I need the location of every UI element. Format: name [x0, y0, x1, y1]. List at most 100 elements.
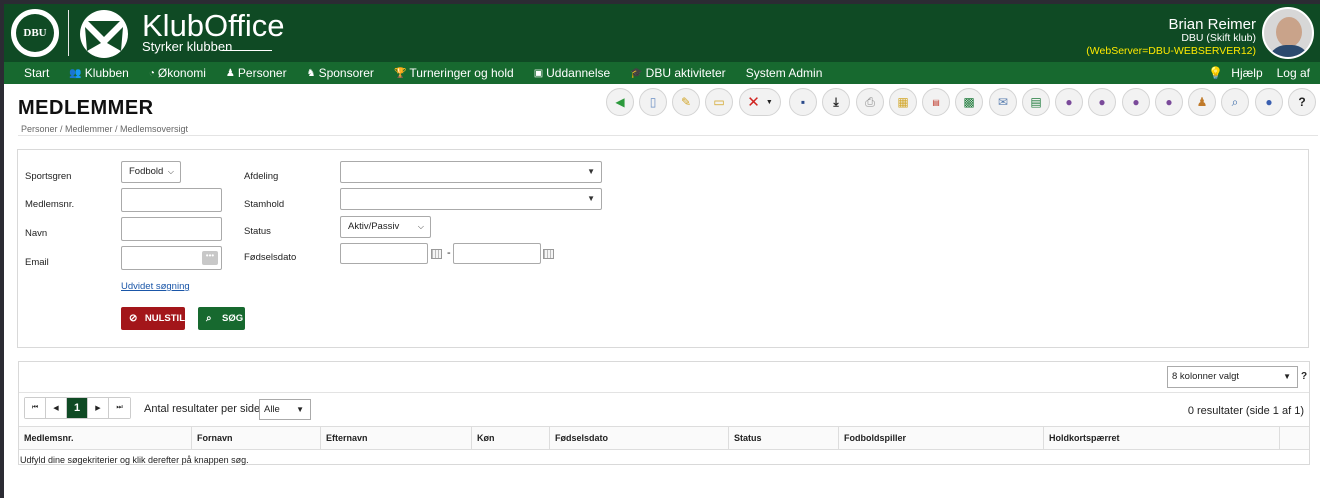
logout-link[interactable]: Log af: [1277, 66, 1310, 80]
column-header[interactable]: Holdkortspærret: [1044, 427, 1280, 450]
help-label: Hjælp: [1231, 66, 1263, 80]
department-select[interactable]: ▼: [340, 161, 602, 183]
status-select[interactable]: Aktiv/Passiv ⌵: [340, 216, 431, 238]
email-icon[interactable]: ✉: [989, 88, 1017, 116]
team-select[interactable]: ▼: [340, 188, 602, 210]
column-header[interactable]: Fødselsdato: [550, 427, 729, 450]
excel-icon[interactable]: ▩: [955, 88, 983, 116]
nav-item-dbu-aktiviteter[interactable]: 🎓 DBU aktiviteter: [630, 66, 725, 80]
column-header[interactable]: Køn: [472, 427, 550, 450]
person-icon: ♟: [225, 67, 235, 79]
breadcrumb[interactable]: Personer / Medlemmer / Medlemsoversigt: [21, 124, 188, 134]
app-subtitle: Styrker klubben: [142, 39, 233, 54]
save-icon[interactable]: ▪: [789, 88, 817, 116]
more-options-icon[interactable]: •••: [202, 251, 218, 265]
nav-item-personer[interactable]: ♟ Personer: [226, 66, 287, 80]
open-folder-icon[interactable]: ▭: [705, 88, 733, 116]
nav-item-label: Økonomi: [157, 66, 206, 80]
page: DBU KlubOffice Styrker klubben Brian Rei…: [4, 4, 1320, 498]
status-label: Status: [244, 226, 271, 237]
email-label: Email: [25, 257, 49, 268]
columns-icon[interactable]: ▦: [889, 88, 917, 116]
header-divider: [68, 10, 69, 56]
search-button[interactable]: ⌕ SØG: [198, 307, 245, 330]
birthdate-from-input[interactable]: [340, 243, 428, 264]
search-button-label: SØG: [222, 313, 244, 324]
member-no-input[interactable]: [121, 188, 222, 212]
nav-item-uddannelse[interactable]: ▣ Uddannelse: [534, 66, 611, 80]
column-header[interactable]: Status: [729, 427, 839, 450]
result-count: 0 resultater (side 1 af 1): [1187, 405, 1304, 417]
column-header[interactable]: Fornavn: [192, 427, 321, 450]
empty-results-message: Udfyld dine søgekriterier og klik dereft…: [20, 455, 249, 465]
dropdown-arrow-icon: ▼: [587, 167, 595, 176]
birthdate-to-input[interactable]: [453, 243, 541, 264]
calendar-icon[interactable]: [431, 249, 442, 259]
avatar[interactable]: [1262, 7, 1314, 59]
person-transfer-icon[interactable]: ♟: [1188, 88, 1216, 116]
pdf-icon[interactable]: ▤: [922, 88, 950, 116]
next-page-icon[interactable]: ▶: [88, 398, 109, 418]
chevron-down-icon: ▼: [765, 98, 773, 106]
member-no-label: Medlemsnr.: [25, 199, 75, 210]
column-header[interactable]: Fodboldspiller: [839, 427, 1044, 450]
page-number-current[interactable]: 1: [67, 398, 88, 418]
birthdate-label: Fødselsdato: [244, 252, 297, 263]
column-header[interactable]: Medlemsnr.: [19, 427, 192, 450]
download-icon[interactable]: ⤓: [822, 88, 850, 116]
main-nav: Start 👥 Klubben ◔ Økonomi ♟ Personer ♞ Spons…: [4, 62, 1320, 84]
page-title: MEDLEMMER: [18, 97, 154, 119]
name-label: Navn: [25, 228, 48, 239]
nav-item-label: Start: [24, 66, 50, 80]
results-divider: [19, 392, 1309, 393]
nav-item-label: Personer: [237, 66, 287, 80]
nav-item-label: DBU aktiviteter: [645, 66, 726, 80]
group-add-icon[interactable]: ●: [1055, 88, 1083, 116]
column-header[interactable]: Efternavn: [321, 427, 472, 450]
name-input[interactable]: [121, 217, 222, 241]
info-icon[interactable]: ●: [1255, 88, 1283, 116]
email-input[interactable]: •••: [121, 246, 222, 270]
search-icon: ⌕: [206, 313, 212, 324]
sport-select[interactable]: Fodbold ⌵: [121, 161, 181, 183]
search-icon[interactable]: ⌕: [1221, 88, 1249, 116]
reset-button[interactable]: ⊘ NULSTIL: [121, 307, 185, 330]
results-panel: 8 kolonner valgt ▼ ? ⏮ ◀ 1 ▶ ⏭ Antal resu…: [18, 361, 1310, 465]
nav-item-label: Turneringer og hold: [409, 66, 514, 80]
export-icon[interactable]: ▤: [1022, 88, 1050, 116]
delete-icon[interactable]: ✕ ▼: [739, 88, 781, 116]
prev-page-icon[interactable]: ◀: [46, 398, 67, 418]
per-page-select[interactable]: Alle ▼: [259, 399, 311, 420]
per-page-label: Antal resultater per side: [144, 403, 261, 415]
first-page-icon[interactable]: ⏮: [25, 398, 46, 418]
help-icon[interactable]: ?: [1288, 88, 1316, 116]
nav-item-okonomi[interactable]: ◔ Økonomi: [149, 66, 206, 80]
user-name: Brian Reimer: [1168, 16, 1256, 33]
nav-item-start[interactable]: Start: [24, 66, 49, 80]
team-label: Stamhold: [244, 199, 285, 210]
calendar-icon[interactable]: [543, 249, 554, 259]
monitor-icon: ▣: [533, 67, 544, 79]
nav-item-system-admin[interactable]: System Admin: [746, 66, 823, 80]
back-icon[interactable]: ◀: [606, 88, 634, 116]
nav-item-label: Klubben: [84, 66, 129, 80]
avatar-body: [1268, 45, 1310, 57]
group-link-icon[interactable]: ●: [1088, 88, 1116, 116]
column-help-icon[interactable]: ?: [1301, 371, 1307, 382]
group-remove-icon[interactable]: ●: [1155, 88, 1183, 116]
last-page-icon[interactable]: ⏭: [109, 398, 130, 418]
nav-item-klubben[interactable]: 👥 Klubben: [69, 66, 129, 80]
help-link[interactable]: 💡 Hjælp: [1208, 66, 1262, 80]
sport-select-value: Fodbold: [129, 166, 164, 177]
group-edit-icon[interactable]: ●: [1122, 88, 1150, 116]
dbu-logo[interactable]: DBU: [11, 9, 59, 57]
advanced-search-link[interactable]: Udvidet søgning: [121, 281, 190, 292]
nav-item-turneringer[interactable]: 🏆 Turneringer og hold: [394, 66, 514, 80]
nav-item-sponsorer[interactable]: ♞ Sponsorer: [307, 66, 374, 80]
column-chooser-select[interactable]: 8 kolonner valgt ▼: [1167, 366, 1298, 388]
print-icon[interactable]: ⎙: [856, 88, 884, 116]
status-select-value: Aktiv/Passiv: [348, 221, 400, 232]
user-club-switch[interactable]: DBU (Skift klub): [1181, 32, 1256, 44]
edit-icon[interactable]: ✎: [672, 88, 700, 116]
new-document-icon[interactable]: ▯: [639, 88, 667, 116]
